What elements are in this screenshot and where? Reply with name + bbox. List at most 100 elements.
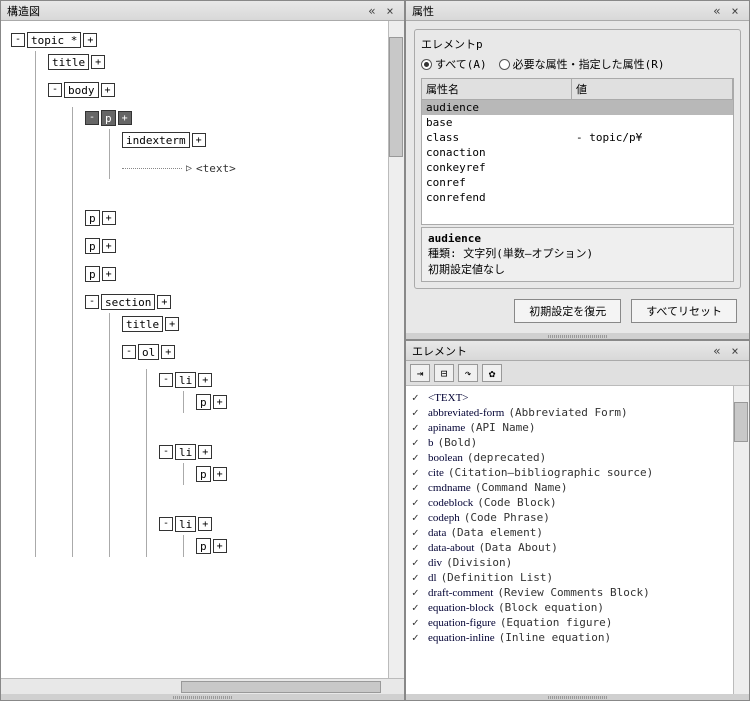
- wrap-button[interactable]: ↷: [458, 364, 478, 382]
- toggle-minus-icon[interactable]: -: [159, 445, 173, 459]
- add-child-button[interactable]: +: [213, 467, 227, 481]
- toggle-minus-icon[interactable]: -: [159, 373, 173, 387]
- list-item[interactable]: ✓codeblock (Code Block): [412, 495, 743, 510]
- settings-button[interactable]: ✿: [482, 364, 502, 382]
- add-child-button[interactable]: +: [198, 445, 212, 459]
- list-item[interactable]: ✓codeph (Code Phrase): [412, 510, 743, 525]
- add-child-button[interactable]: +: [101, 83, 115, 97]
- list-item[interactable]: ✓data (Data element): [412, 525, 743, 540]
- table-row[interactable]: conkeyref: [422, 160, 733, 175]
- vertical-scrollbar[interactable]: [733, 386, 749, 694]
- add-child-button[interactable]: +: [102, 239, 116, 253]
- tree-node-p[interactable]: p+: [85, 207, 400, 229]
- restore-defaults-button[interactable]: 初期設定を復元: [514, 299, 621, 323]
- list-item[interactable]: ✓boolean (deprecated): [412, 450, 743, 465]
- tree-node-indexterm[interactable]: indexterm +: [122, 129, 400, 151]
- list-item[interactable]: ✓data-about (Data About): [412, 540, 743, 555]
- minimize-icon[interactable]: «: [709, 344, 725, 358]
- list-item[interactable]: ✓equation-figure (Equation figure): [412, 615, 743, 630]
- list-item[interactable]: ✓equation-inline (Inline equation): [412, 630, 743, 645]
- close-icon[interactable]: ×: [727, 344, 743, 358]
- tree-node-p[interactable]: p+: [85, 263, 400, 285]
- toggle-minus-icon[interactable]: -: [159, 517, 173, 531]
- tree-node-title[interactable]: title+: [122, 313, 400, 335]
- list-item[interactable]: ✓dl (Definition List): [412, 570, 743, 585]
- tree-node-section[interactable]: - section +: [85, 291, 400, 313]
- add-child-button[interactable]: +: [102, 211, 116, 225]
- list-item[interactable]: ✓b (Bold): [412, 435, 743, 450]
- reset-all-button[interactable]: すべてリセット: [631, 299, 737, 323]
- attr-value-cell[interactable]: [572, 175, 733, 190]
- table-row[interactable]: conrefend: [422, 190, 733, 205]
- table-row[interactable]: conref: [422, 175, 733, 190]
- attr-value-cell[interactable]: - topic/p¥: [572, 130, 733, 145]
- tree-node-p[interactable]: p+: [85, 235, 400, 257]
- add-child-button[interactable]: +: [213, 395, 227, 409]
- attributes-table[interactable]: 属性名 値 audiencebaseclass- topic/p¥conacti…: [421, 78, 734, 225]
- tree-node-li[interactable]: - li +: [159, 369, 400, 391]
- list-item[interactable]: ✓cite (Citation—bibliographic source): [412, 465, 743, 480]
- minimize-icon[interactable]: «: [709, 4, 725, 18]
- attr-value-cell[interactable]: [572, 160, 733, 175]
- insert-sibling-button[interactable]: ⊟: [434, 364, 454, 382]
- list-item[interactable]: ✓cmdname (Command Name): [412, 480, 743, 495]
- toggle-minus-icon[interactable]: -: [48, 83, 62, 97]
- radio-required-attributes[interactable]: 必要な属性・指定した属性(R): [499, 56, 665, 72]
- insert-child-button[interactable]: ⇥: [410, 364, 430, 382]
- element-name: cite: [428, 467, 444, 479]
- attr-value-cell[interactable]: [572, 100, 733, 115]
- add-child-button[interactable]: +: [198, 517, 212, 531]
- attr-value-cell[interactable]: [572, 145, 733, 160]
- radio-all-attributes[interactable]: すべて(A): [421, 56, 487, 72]
- tree-node-body[interactable]: - body +: [48, 79, 400, 101]
- element-desc: (Code Block): [477, 496, 556, 509]
- scrollbar-thumb[interactable]: [734, 402, 748, 442]
- add-child-button[interactable]: +: [192, 133, 206, 147]
- add-child-button[interactable]: +: [161, 345, 175, 359]
- minimize-icon[interactable]: «: [364, 4, 380, 18]
- tree-node-p[interactable]: p+: [196, 391, 400, 413]
- table-row[interactable]: audience: [422, 100, 733, 115]
- resize-grip[interactable]: [406, 333, 749, 339]
- add-child-button[interactable]: +: [102, 267, 116, 281]
- list-item[interactable]: ✓div (Division): [412, 555, 743, 570]
- elements-list[interactable]: ✓<TEXT>✓abbreviated-form (Abbreviated Fo…: [406, 386, 749, 694]
- tree-node-topic[interactable]: - topic * +: [11, 29, 400, 51]
- list-item[interactable]: ✓abbreviated-form (Abbreviated Form): [412, 405, 743, 420]
- add-child-button[interactable]: +: [165, 317, 179, 331]
- tree-node-p[interactable]: p+: [196, 535, 400, 557]
- add-child-button[interactable]: +: [91, 55, 105, 69]
- add-child-button[interactable]: +: [83, 33, 97, 47]
- close-icon[interactable]: ×: [382, 4, 398, 18]
- toggle-minus-icon[interactable]: -: [85, 295, 99, 309]
- add-child-button[interactable]: +: [198, 373, 212, 387]
- table-row[interactable]: base: [422, 115, 733, 130]
- toggle-minus-icon[interactable]: -: [122, 345, 136, 359]
- scrollbar-thumb[interactable]: [181, 681, 381, 693]
- tree-node-title[interactable]: title +: [48, 51, 400, 73]
- resize-grip[interactable]: [1, 694, 404, 700]
- horizontal-scrollbar[interactable]: [1, 678, 404, 694]
- list-item[interactable]: ✓apiname (API Name): [412, 420, 743, 435]
- resize-grip[interactable]: [406, 694, 749, 700]
- radio-unchecked-icon: [499, 59, 510, 70]
- tree-node-text-placeholder[interactable]: ▷ <text>: [122, 157, 400, 179]
- attr-value-cell[interactable]: [572, 190, 733, 205]
- toggle-minus-icon[interactable]: -: [85, 111, 99, 125]
- table-row[interactable]: class- topic/p¥: [422, 130, 733, 145]
- tree-node-li[interactable]: - li +: [159, 441, 400, 463]
- tree-node-p[interactable]: p+: [196, 463, 400, 485]
- toggle-minus-icon[interactable]: -: [11, 33, 25, 47]
- table-row[interactable]: conaction: [422, 145, 733, 160]
- tree-node-p-selected[interactable]: - p +: [85, 107, 400, 129]
- list-item[interactable]: ✓equation-block (Block equation): [412, 600, 743, 615]
- tree-node-ol[interactable]: - ol +: [122, 341, 400, 363]
- attr-value-cell[interactable]: [572, 115, 733, 130]
- list-item[interactable]: ✓<TEXT>: [412, 390, 743, 405]
- add-child-button[interactable]: +: [213, 539, 227, 553]
- add-child-button[interactable]: +: [157, 295, 171, 309]
- tree-node-li[interactable]: - li +: [159, 513, 400, 535]
- close-icon[interactable]: ×: [727, 4, 743, 18]
- add-child-button[interactable]: +: [118, 111, 132, 125]
- list-item[interactable]: ✓draft-comment (Review Comments Block): [412, 585, 743, 600]
